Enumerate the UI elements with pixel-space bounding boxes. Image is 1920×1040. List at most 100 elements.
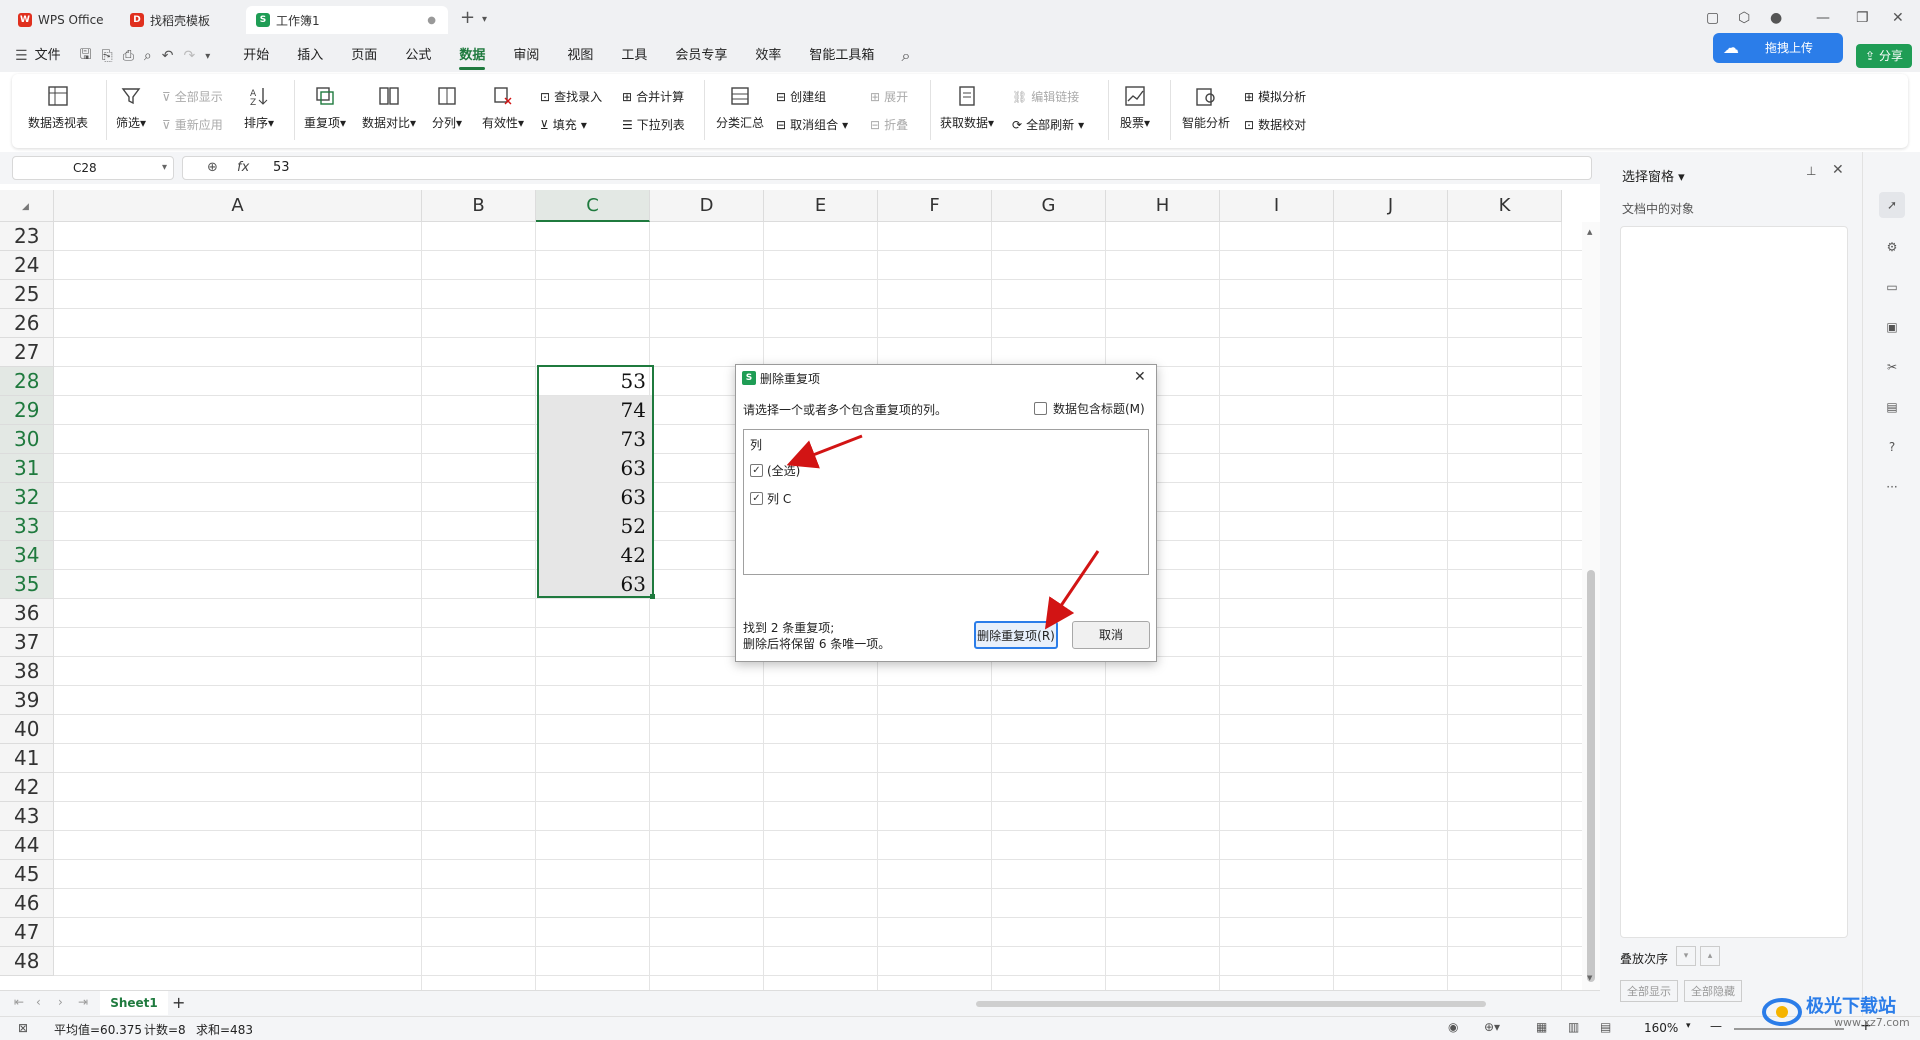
show-all-button[interactable]: ⊽ 全部显示 <box>162 88 223 105</box>
fill-handle[interactable] <box>650 594 655 599</box>
delete-duplicates-button[interactable]: 删除重复项(R) <box>974 621 1058 649</box>
row-header-40[interactable]: 40 <box>0 715 54 744</box>
macro-icon[interactable]: ⊠ <box>18 1021 28 1035</box>
hamburger-icon[interactable]: ☰ <box>10 48 33 64</box>
row-header-27[interactable]: 27 <box>0 338 54 367</box>
position-icon[interactable]: ⊕▾ <box>1484 1020 1500 1034</box>
column-header-b[interactable]: B <box>422 190 536 222</box>
scroll-up-icon[interactable]: ▲ <box>1587 228 1592 236</box>
menu-formula[interactable]: 公式 <box>391 40 445 72</box>
row-header-36[interactable]: 36 <box>0 599 54 628</box>
properties-icon[interactable]: ⚙ <box>1879 234 1905 260</box>
name-box-chevron-icon[interactable]: ▾ <box>162 157 167 179</box>
smart-analysis-button[interactable]: 智能分析 <box>1182 84 1230 131</box>
column-header-e[interactable]: E <box>764 190 878 222</box>
menu-member[interactable]: 会员专享 <box>661 40 741 72</box>
column-header-k[interactable]: K <box>1448 190 1562 222</box>
show-all-objects-button[interactable]: 全部显示 <box>1620 980 1678 1002</box>
edit-links-button[interactable]: ⛓ 编辑链接 <box>1012 88 1079 105</box>
tab-workbook[interactable]: S 工作簿1 ● <box>246 6 448 34</box>
zoom-formula-icon[interactable]: ⊕ <box>207 157 218 179</box>
scroll-thumb[interactable] <box>1587 570 1595 982</box>
row-header-24[interactable]: 24 <box>0 251 54 280</box>
move-up-icon[interactable]: ▴ <box>1700 946 1720 966</box>
row-header-39[interactable]: 39 <box>0 686 54 715</box>
eye-protect-icon[interactable]: ◉ <box>1448 1020 1458 1034</box>
compare-button[interactable]: 数据对比▾ <box>362 84 416 131</box>
row-header-35[interactable]: 35 <box>0 570 54 599</box>
unsaved-dot-icon[interactable]: ● <box>427 15 436 26</box>
menu-file[interactable]: 文件 <box>33 40 75 72</box>
row-header-47[interactable]: 47 <box>0 918 54 947</box>
select-cursor-icon[interactable]: ➚ <box>1879 192 1905 218</box>
row-header-44[interactable]: 44 <box>0 831 54 860</box>
row-header-33[interactable]: 33 <box>0 512 54 541</box>
column-c-check-icon[interactable]: ✓ <box>750 492 763 505</box>
hide-all-objects-button[interactable]: 全部隐藏 <box>1684 980 1742 1002</box>
fill-button[interactable]: ⊻ 填充 ▾ <box>540 116 587 133</box>
menu-tools[interactable]: 工具 <box>607 40 661 72</box>
menu-page[interactable]: 页面 <box>337 40 391 72</box>
column-header-a[interactable]: A <box>54 190 422 222</box>
menu-smart-toolbox[interactable]: 智能工具箱 <box>795 40 888 72</box>
subtotal-button[interactable]: 分类汇总 <box>716 84 764 131</box>
object-list[interactable] <box>1620 226 1848 938</box>
zoom-chevron-icon[interactable]: ▾ <box>1686 1021 1691 1031</box>
row-header-23[interactable]: 23 <box>0 222 54 251</box>
name-box[interactable]: C28 ▾ <box>12 156 174 180</box>
sort-button[interactable]: AZ 排序▾ <box>244 84 274 131</box>
header-checkbox-box[interactable] <box>1034 402 1047 415</box>
more-icon[interactable]: ··· <box>1879 474 1905 500</box>
column-header-g[interactable]: G <box>992 190 1106 222</box>
book-icon[interactable]: ▤ <box>1879 394 1905 420</box>
row-header-25[interactable]: 25 <box>0 280 54 309</box>
data-verify-button[interactable]: ⊡ 数据校对 <box>1244 116 1306 133</box>
consolidate-button[interactable]: ⊞ 合并计算 <box>622 88 684 105</box>
pivot-table-button[interactable]: 数据透视表 <box>28 84 88 131</box>
refresh-all-button[interactable]: ⟳ 全部刷新 ▾ <box>1012 116 1084 133</box>
get-data-button[interactable]: 获取数据▾ <box>940 84 994 131</box>
tab-menu-chevron-icon[interactable]: ▾ <box>482 14 487 25</box>
help-icon[interactable]: ? <box>1879 434 1905 460</box>
row-header-32[interactable]: 32 <box>0 483 54 512</box>
redo-icon[interactable]: ↷ <box>179 48 201 64</box>
column-header-i[interactable]: I <box>1220 190 1334 222</box>
row-header-45[interactable]: 45 <box>0 860 54 889</box>
new-tab-icon[interactable]: + <box>460 7 475 28</box>
share-button[interactable]: ⇪ 分享 <box>1856 44 1912 68</box>
dropdown-list-button[interactable]: ☰ 下拉列表 <box>622 116 685 133</box>
normal-view-icon[interactable]: ▦ <box>1536 1020 1547 1034</box>
fx-icon[interactable]: fx <box>237 157 249 179</box>
zoom-out-icon[interactable]: — <box>1710 1019 1722 1033</box>
column-header-h[interactable]: H <box>1106 190 1220 222</box>
last-sheet-icon[interactable]: ⇥ <box>78 995 88 1009</box>
preview-icon[interactable]: ⌕ <box>139 48 157 64</box>
print-icon[interactable]: ⎙ <box>118 48 139 64</box>
row-header-31[interactable]: 31 <box>0 454 54 483</box>
header-checkbox[interactable]: 数据包含标题(M) <box>1034 400 1145 417</box>
next-sheet-icon[interactable]: › <box>58 995 63 1009</box>
duplicates-button[interactable]: 重复项▾ <box>304 84 346 131</box>
select-all-corner[interactable]: ◢ <box>0 190 54 222</box>
collapse-button[interactable]: ⊟ 折叠 <box>870 116 908 133</box>
pin-icon[interactable]: ⊥ <box>1806 164 1816 178</box>
layout-icon[interactable]: ▢ <box>1706 10 1719 26</box>
zoom-level[interactable]: 160% <box>1644 1021 1678 1035</box>
close-window-icon[interactable]: ✕ <box>1892 10 1904 26</box>
page-break-icon[interactable]: ▤ <box>1600 1020 1611 1034</box>
row-header-41[interactable]: 41 <box>0 744 54 773</box>
menu-data[interactable]: 数据 <box>445 40 499 72</box>
expand-button[interactable]: ⊞ 展开 <box>870 88 908 105</box>
create-group-button[interactable]: ⊟ 创建组 <box>776 88 826 105</box>
tools-icon[interactable]: ✂ <box>1879 354 1905 380</box>
restore-icon[interactable]: ❐ <box>1856 10 1869 26</box>
column-header-j[interactable]: J <box>1334 190 1448 222</box>
vertical-scrollbar[interactable]: ▲ ▼ <box>1582 222 1600 990</box>
row-header-26[interactable]: 26 <box>0 309 54 338</box>
column-header-d[interactable]: D <box>650 190 764 222</box>
select-all-checkbox[interactable]: ✓ (全选) <box>750 462 800 479</box>
minimize-icon[interactable]: — <box>1816 10 1830 26</box>
tab-wps-office[interactable]: W WPS Office <box>8 6 116 34</box>
ungroup-button[interactable]: ⊟ 取消组合 ▾ <box>776 116 848 133</box>
add-sheet-icon[interactable]: + <box>172 993 185 1012</box>
